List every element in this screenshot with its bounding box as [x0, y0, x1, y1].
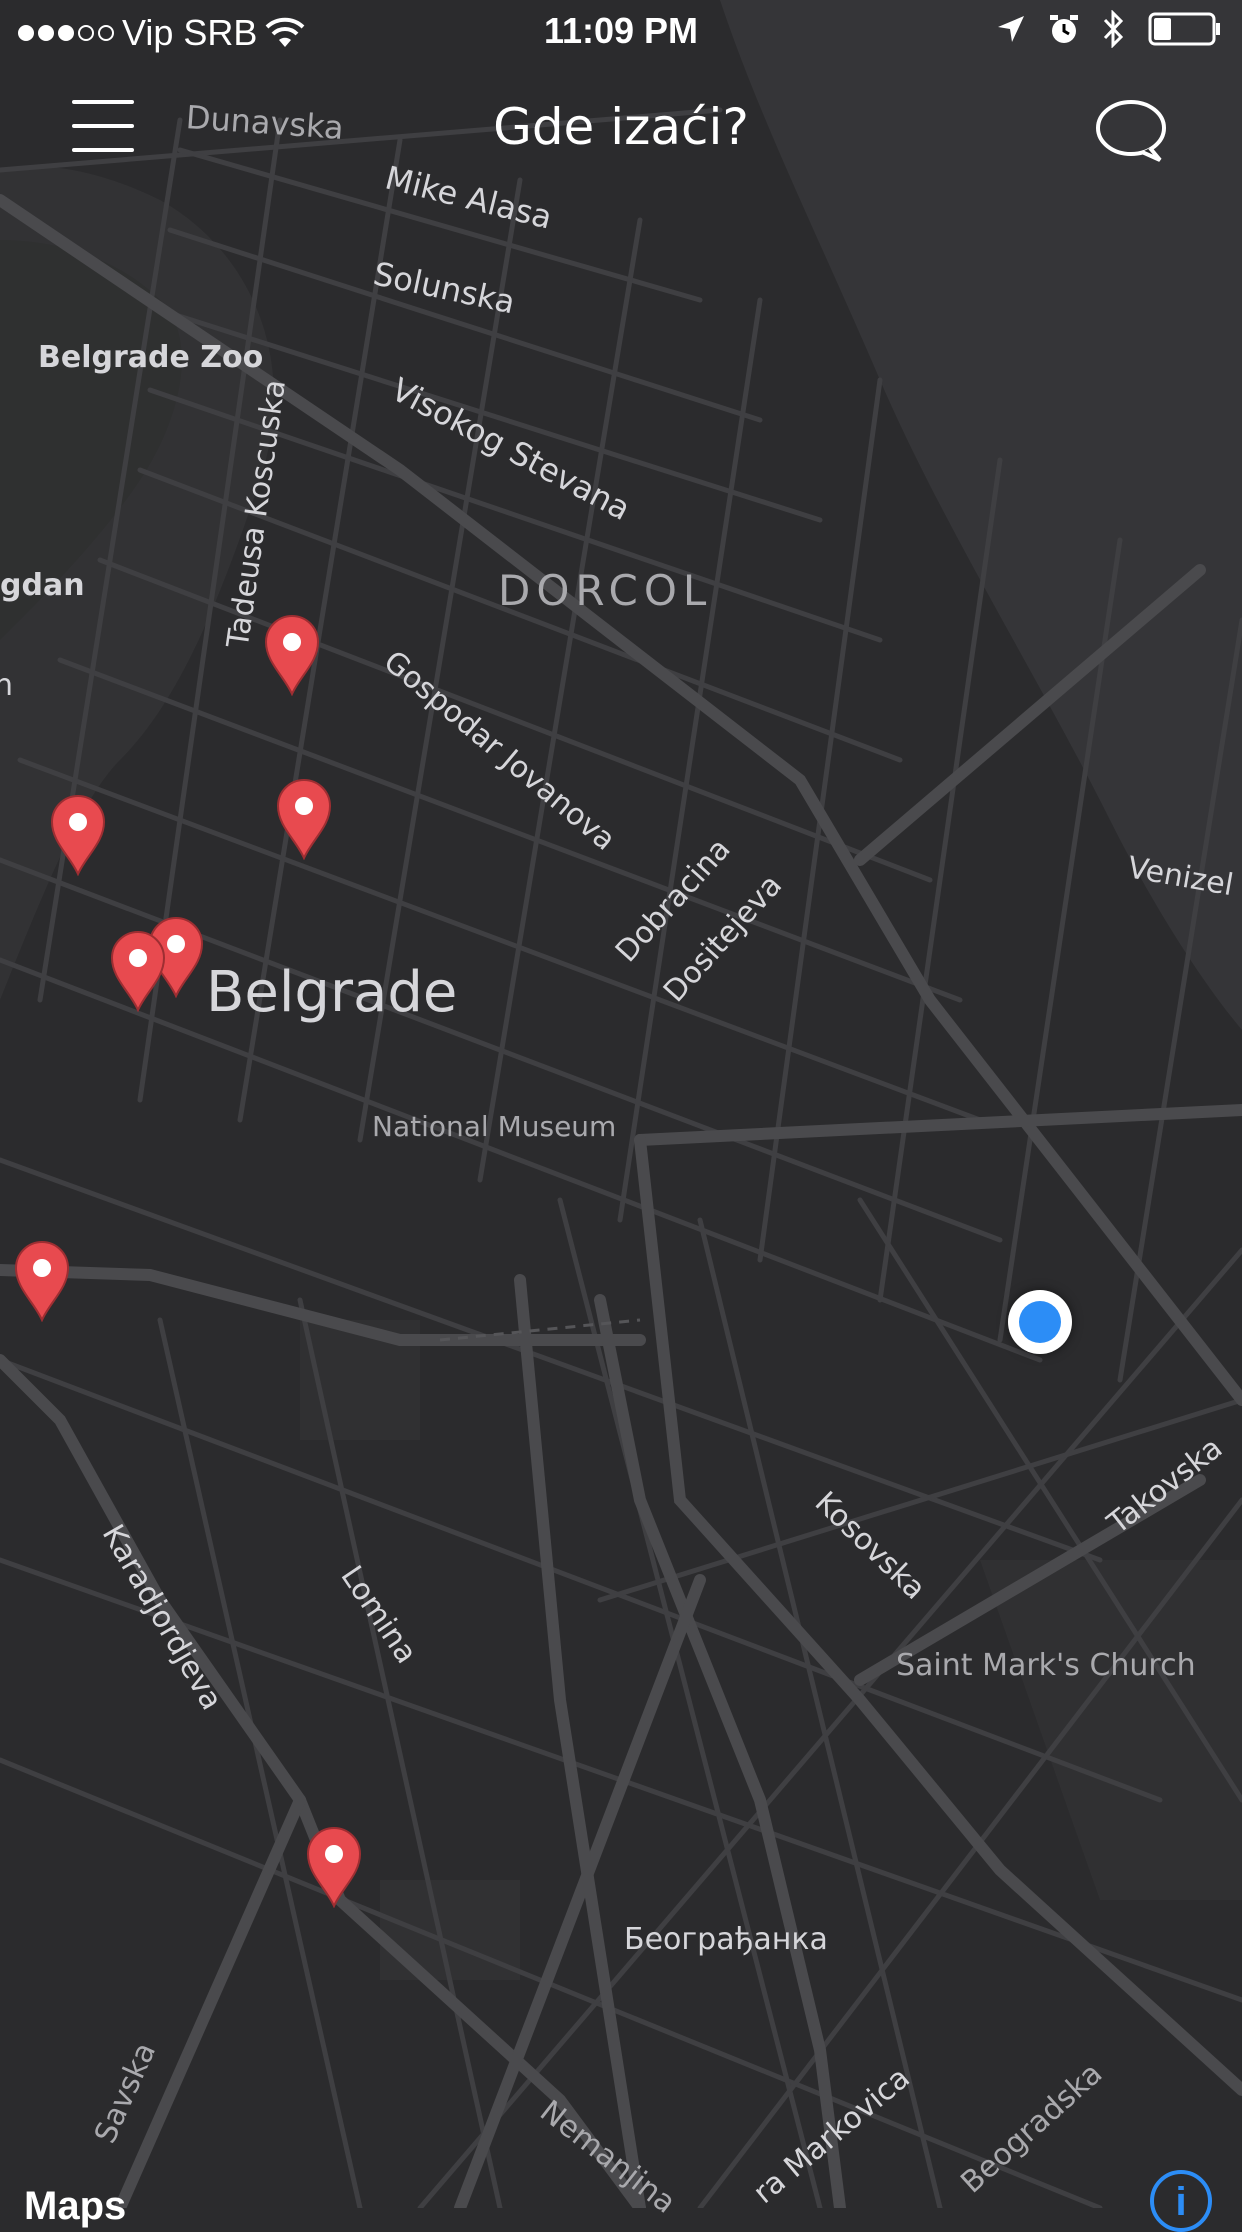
venue-pin[interactable]: [12, 1238, 72, 1322]
city-label-belgrade: Belgrade: [206, 960, 458, 1025]
venue-pin[interactable]: [108, 928, 168, 1012]
navigation-bar: Gde izaći?: [0, 70, 1242, 180]
venue-pin[interactable]: [262, 612, 322, 696]
maps-legal-label[interactable]: Maps: [24, 2184, 126, 2229]
status-bar: Vip SRB 11:09 PM: [0, 0, 1242, 64]
place-label-belgrade-zoo: Belgrade Zoo: [38, 340, 264, 375]
poi-label-saint-marks-church: Saint Mark's Church: [896, 1648, 1196, 1683]
venue-pin[interactable]: [48, 792, 108, 876]
place-label-kalemegdan: gdan: [0, 568, 85, 603]
chat-button[interactable]: [1094, 98, 1168, 164]
bluetooth-icon: [1103, 10, 1124, 48]
battery-icon: [1148, 12, 1220, 46]
current-location-dot: [1008, 1290, 1072, 1354]
street-label-left-edge: n: [0, 668, 14, 703]
alarm-icon: [1050, 15, 1078, 43]
status-icons: [996, 10, 1222, 48]
info-icon[interactable]: i: [1150, 2170, 1212, 2232]
poi-label-national-museum: National Museum: [372, 1110, 617, 1143]
page-title: Gde izaći?: [493, 98, 749, 156]
venue-pin[interactable]: [274, 776, 334, 860]
location-arrow-icon: [998, 16, 1024, 42]
venue-pin[interactable]: [304, 1824, 364, 1908]
map-view[interactable]: [0, 0, 1242, 2208]
poi-label-beogradjanka: Београђанка: [624, 1922, 828, 1957]
district-label-dorcol: DORCOL: [498, 566, 713, 615]
speech-bubble-icon: [1096, 100, 1166, 162]
